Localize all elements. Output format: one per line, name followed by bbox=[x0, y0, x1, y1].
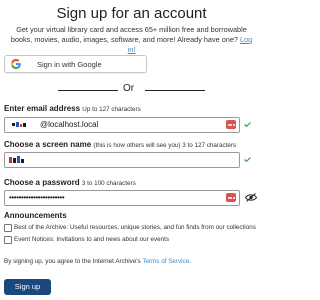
screen-name-avatar-icon bbox=[9, 156, 24, 163]
announcements-heading: Announcements bbox=[4, 211, 67, 220]
password-value: ••••••••••••••••••••••• bbox=[9, 193, 65, 202]
terms-text: By signing up, you agree to the Internet… bbox=[4, 258, 191, 265]
sign-up-button[interactable]: Sign up bbox=[4, 279, 51, 295]
best-of-archive-checkbox[interactable] bbox=[4, 224, 12, 232]
or-divider-text: Or bbox=[123, 83, 135, 94]
password-label-text: Choose a password bbox=[4, 178, 80, 187]
intro-body: Get your virtual library card and access… bbox=[10, 25, 247, 44]
divider-right bbox=[145, 90, 205, 91]
email-field[interactable]: @localhost.local bbox=[4, 117, 240, 133]
password-hint: 3 to 100 characters bbox=[81, 180, 136, 187]
page-title: Sign up for an account bbox=[56, 5, 207, 22]
event-notices-label[interactable]: Event Notices: Invitations to and news a… bbox=[14, 236, 169, 243]
screen-name-hint: (this is how others will see you) 3 to 1… bbox=[93, 142, 237, 149]
divider-left bbox=[58, 90, 118, 91]
event-notices-checkbox[interactable] bbox=[4, 236, 12, 244]
password-field[interactable]: ••••••••••••••••••••••• bbox=[4, 190, 240, 206]
email-hint: Up to 127 characters bbox=[82, 106, 141, 113]
email-label-text: Enter email address bbox=[4, 104, 81, 113]
screen-name-label-text: Choose a screen name bbox=[4, 140, 92, 149]
terms-suffix: . bbox=[189, 258, 191, 265]
email-label: Enter email address Up to 127 characters bbox=[4, 104, 141, 113]
email-avatar-icon bbox=[12, 122, 26, 127]
password-label: Choose a password 3 to 100 characters bbox=[4, 178, 136, 187]
terms-of-service-link[interactable]: Terms of Service bbox=[142, 258, 189, 265]
intro-text: Get your virtual library card and access… bbox=[6, 25, 257, 55]
google-g-icon bbox=[11, 59, 21, 69]
show-password-eye-icon[interactable] bbox=[245, 193, 257, 202]
best-of-archive-label[interactable]: Best of the Archive: Useful resources, u… bbox=[14, 224, 256, 231]
email-valid-check-icon bbox=[244, 122, 251, 127]
email-value: @localhost.local bbox=[40, 120, 99, 129]
keypass-password-icon[interactable] bbox=[226, 193, 236, 202]
terms-prefix: By signing up, you agree to the Internet… bbox=[4, 258, 141, 265]
google-signin-button[interactable]: Sign in with Google bbox=[4, 55, 147, 73]
screen-name-valid-check-icon bbox=[244, 157, 251, 162]
screen-name-field[interactable] bbox=[4, 152, 240, 168]
google-signin-label: Sign in with Google bbox=[37, 60, 102, 69]
screen-name-label: Choose a screen name (this is how others… bbox=[4, 140, 236, 149]
keypass-icon[interactable] bbox=[226, 120, 236, 129]
